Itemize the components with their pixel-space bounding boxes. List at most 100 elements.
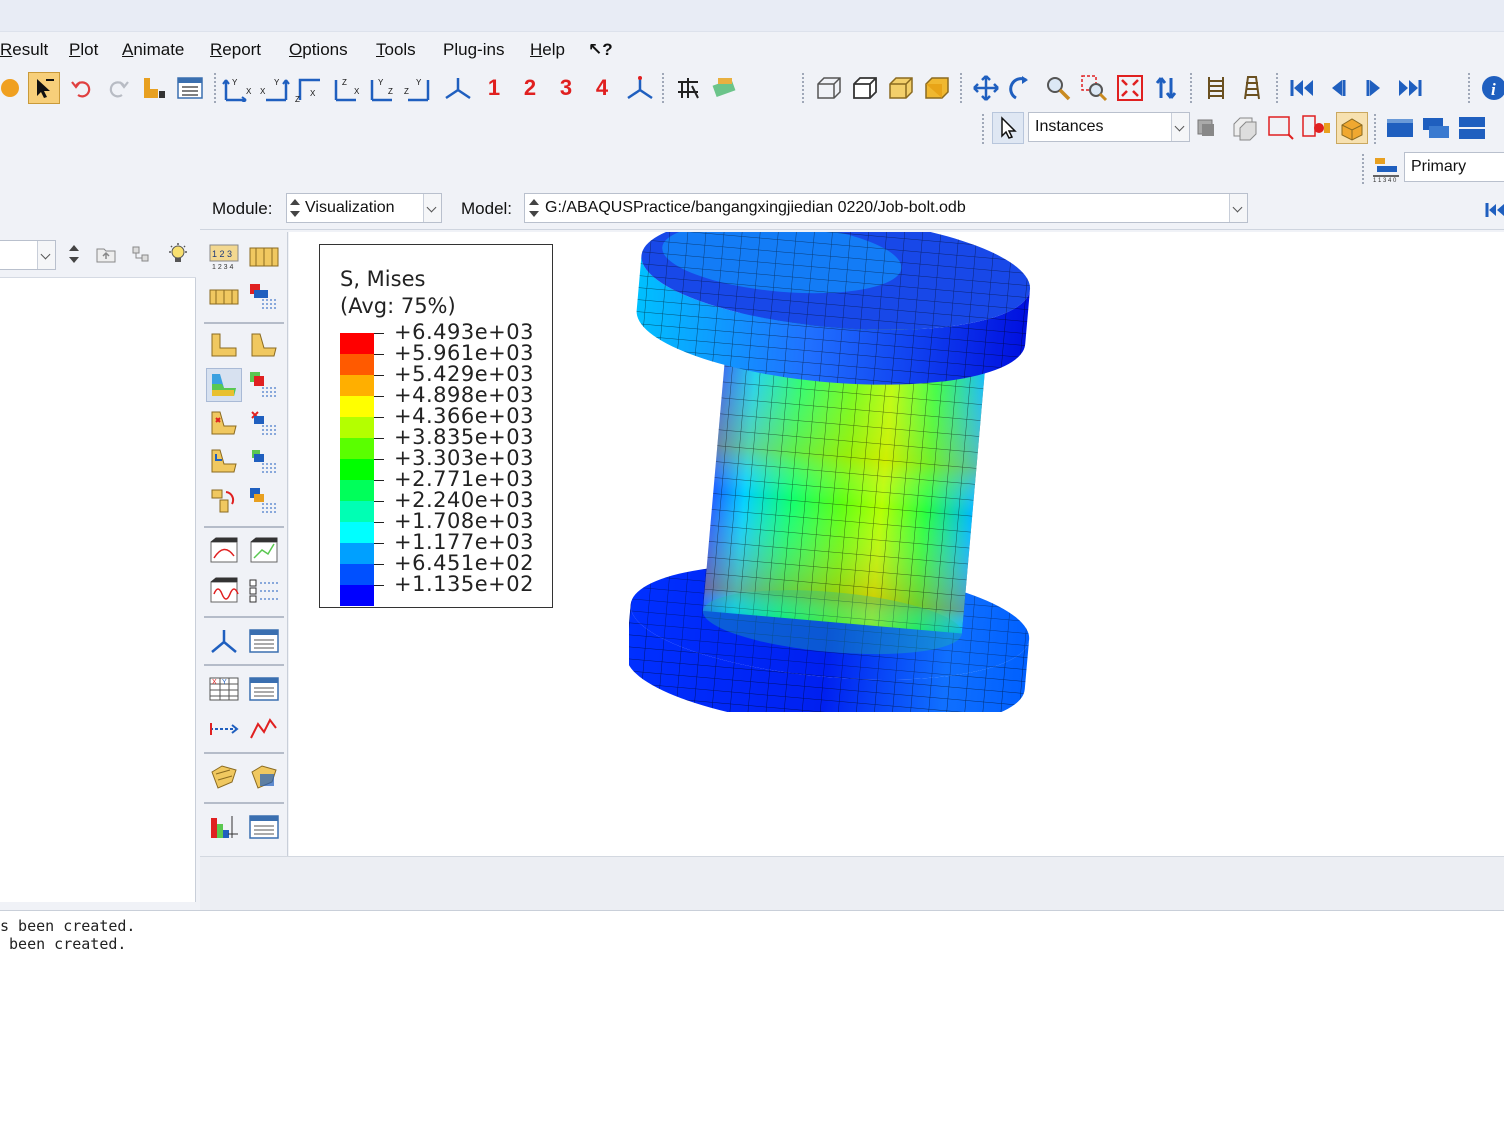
hidden-line-icon[interactable]	[848, 72, 880, 104]
plot-options-icon[interactable]	[708, 72, 740, 104]
symbol-options-icon[interactable]	[246, 406, 282, 440]
plot-undeformed-icon[interactable]	[206, 328, 242, 362]
view-bottom-icon[interactable]: ZX	[330, 72, 362, 104]
view-back-icon[interactable]: YX	[258, 72, 290, 104]
view-user-icon[interactable]	[624, 72, 656, 104]
view-right-icon[interactable]: YZ	[402, 72, 434, 104]
auto-fit-icon[interactable]	[1114, 72, 1146, 104]
view-2-button[interactable]: 2	[514, 72, 546, 104]
menu-plot[interactable]: Plot	[69, 40, 98, 60]
legend-tick	[374, 354, 384, 355]
rotate-icon[interactable]	[1006, 72, 1038, 104]
view-left-icon[interactable]: YZ	[366, 72, 398, 104]
layout-3-icon[interactable]	[1456, 112, 1488, 144]
redo-icon[interactable]	[102, 72, 134, 104]
plot-symbols-icon[interactable]	[206, 406, 242, 440]
box-zoom-icon[interactable]	[1078, 72, 1110, 104]
view-cut-icon[interactable]	[206, 624, 242, 658]
view-top-icon[interactable]: XZ	[294, 72, 326, 104]
display-group-icon[interactable]	[1190, 112, 1222, 144]
view-1-button[interactable]: 1	[478, 72, 510, 104]
remove-box-icon[interactable]	[1264, 112, 1296, 144]
xy-data-icon[interactable]: XY	[206, 672, 242, 706]
select-arrow-icon[interactable]	[28, 72, 60, 104]
menu-tools[interactable]: Tools	[376, 40, 416, 60]
previous-frame-icon[interactable]	[1322, 72, 1354, 104]
cycle-views-icon[interactable]	[1150, 72, 1182, 104]
step-frame-icon[interactable]	[1200, 72, 1232, 104]
next-frame-icon[interactable]	[1358, 72, 1390, 104]
folder-up-icon[interactable]	[90, 238, 122, 270]
circle-icon[interactable]	[0, 72, 26, 104]
menu-report[interactable]: Report	[210, 40, 261, 60]
animate-scale-factor-icon[interactable]	[206, 534, 242, 568]
result-options-icon[interactable]: 1 2 3 1 2 3 4	[206, 240, 242, 274]
create-display-group-icon[interactable]	[206, 760, 242, 794]
animate-time-history-icon[interactable]	[246, 534, 282, 568]
animation-options-icon[interactable]	[246, 574, 282, 608]
display-group-manager-icon[interactable]	[246, 760, 282, 794]
query-icon[interactable]	[1300, 112, 1332, 144]
assembly-icon[interactable]	[138, 72, 170, 104]
part-instance-icon[interactable]	[1336, 112, 1368, 144]
view-4-button[interactable]: 4	[586, 72, 618, 104]
section-points-icon[interactable]	[246, 280, 282, 314]
svg-text:1 2 3 4: 1 2 3 4	[212, 264, 234, 271]
menu-help[interactable]: Help	[530, 40, 565, 60]
module-dropdown[interactable]: Visualization	[286, 193, 442, 223]
contour-options-icon[interactable]	[246, 368, 282, 402]
tree-selector-dropdown[interactable]	[0, 240, 56, 270]
path-icon[interactable]	[206, 712, 242, 746]
field-output-icon[interactable]	[206, 280, 242, 314]
undo-icon[interactable]	[66, 72, 98, 104]
context-help-button[interactable]: ↖?	[588, 40, 613, 60]
plot-contours-icon[interactable]	[206, 368, 242, 402]
select-pointer-icon[interactable]	[992, 112, 1024, 144]
orientation-options-icon[interactable]	[246, 444, 282, 478]
shaded-icon[interactable]	[920, 72, 952, 104]
animate-harmonic-icon[interactable]	[206, 574, 242, 608]
pan-icon[interactable]	[970, 72, 1002, 104]
menu-plugins[interactable]: Plug-ins	[443, 40, 504, 60]
tree-filter-icon[interactable]	[126, 238, 158, 270]
xy-data-manager-icon[interactable]	[246, 672, 282, 706]
render-style-icon[interactable]	[672, 72, 704, 104]
collapse-left-icon[interactable]	[1478, 194, 1504, 226]
table-window-icon[interactable]	[174, 72, 206, 104]
plot-deformed-icon[interactable]	[246, 328, 282, 362]
step-frame-tool-icon[interactable]	[246, 240, 282, 274]
info-icon[interactable]: i	[1478, 72, 1504, 104]
first-frame-icon[interactable]	[1286, 72, 1318, 104]
menu-animate[interactable]: Animate	[122, 40, 184, 60]
selection-filter-value: Instances	[1035, 118, 1104, 135]
legend-swatch	[340, 438, 374, 459]
filled-icon[interactable]	[884, 72, 916, 104]
tree-spin-icon[interactable]	[68, 240, 80, 268]
lightbulb-icon[interactable]	[162, 238, 194, 270]
color-code-manager-icon[interactable]	[246, 810, 282, 844]
layout-1-icon[interactable]	[1384, 112, 1416, 144]
view-iso-icon[interactable]	[442, 72, 474, 104]
model-dropdown[interactable]: G:/ABAQUSPractice/bangangxingjiedian 022…	[524, 193, 1248, 223]
plot-material-orientations-icon[interactable]	[206, 444, 242, 478]
allow-multiple-plots-icon[interactable]	[206, 484, 242, 518]
view-3-button[interactable]: 3	[550, 72, 582, 104]
viewport[interactable]: S, Mises (Avg: 75%) +6.493e+03 +5.961e+03…	[289, 232, 1504, 856]
results-options-icon[interactable]: 1 1 3 4 0	[1370, 152, 1402, 184]
superimpose-options-icon[interactable]	[246, 484, 282, 518]
xy-plot-icon[interactable]	[246, 712, 282, 746]
wireframe-icon[interactable]	[812, 72, 844, 104]
view-cut-manager-icon[interactable]	[246, 624, 282, 658]
last-frame-icon[interactable]	[1394, 72, 1426, 104]
layout-4-icon[interactable]	[1492, 112, 1504, 144]
color-code-icon[interactable]	[206, 810, 242, 844]
view-front-icon[interactable]: YX	[222, 72, 254, 104]
zoom-icon[interactable]	[1042, 72, 1074, 104]
selection-filter-dropdown[interactable]: Instances	[1028, 112, 1190, 142]
menu-result[interactable]: Result	[0, 40, 48, 60]
menu-options[interactable]: Options	[289, 40, 348, 60]
layout-2-icon[interactable]	[1420, 112, 1452, 144]
frame-select-icon[interactable]	[1236, 72, 1268, 104]
csys-dropdown[interactable]: Primary	[1404, 152, 1504, 182]
replace-icon[interactable]	[1228, 112, 1260, 144]
